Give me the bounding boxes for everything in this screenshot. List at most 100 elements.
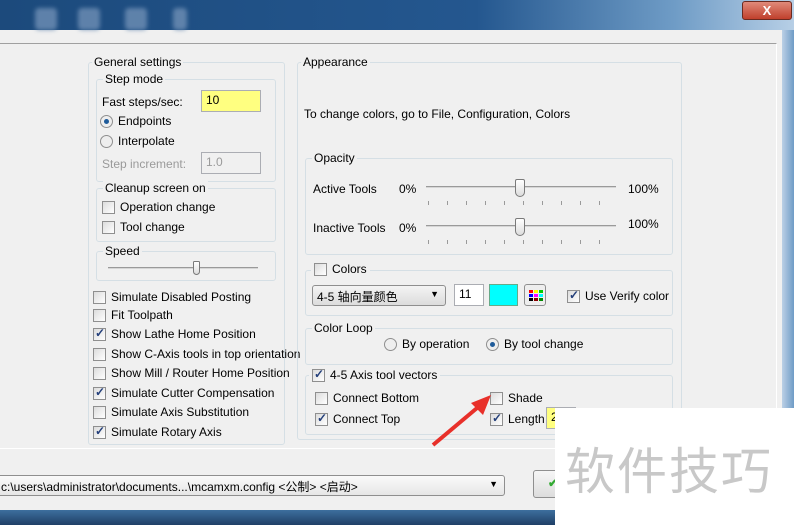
by-operation-radio[interactable]: By operation	[384, 337, 469, 351]
close-button[interactable]: X	[742, 1, 792, 20]
use-verify-color-checkbox[interactable]: Use Verify color	[567, 288, 670, 303]
option-label: Simulate Axis Substitution	[111, 405, 250, 419]
inactive-tools-thumb[interactable]	[515, 218, 525, 236]
color-item-dropdown[interactable]: 4-5 轴向量颜色 ▼	[312, 285, 446, 306]
active-max-label: 100%	[628, 182, 659, 196]
speed-slider-thumb[interactable]	[193, 261, 200, 275]
title-bar	[0, 0, 794, 30]
inactive-min-label: 0%	[399, 221, 417, 235]
operation-change-checkbox[interactable]: Operation change	[102, 200, 215, 214]
radio-icon	[100, 114, 113, 128]
option-label: Simulate Rotary Axis	[111, 425, 222, 439]
opacity-title: Opacity	[312, 151, 357, 165]
option-label: Fit Toolpath	[111, 308, 173, 322]
option-checkbox[interactable]: Show Lathe Home Position	[93, 326, 256, 341]
checkbox-icon	[93, 385, 106, 400]
speed-slider-track[interactable]	[108, 267, 258, 269]
endpoints-label: Endpoints	[118, 114, 172, 128]
slider-ticks	[428, 201, 618, 205]
checkbox-icon	[315, 411, 328, 426]
checkbox-icon	[93, 366, 106, 380]
active-tools-label: Active Tools	[313, 182, 377, 196]
option-checkbox[interactable]: Show Mill / Router Home Position	[93, 366, 290, 380]
fast-steps-input[interactable]: 10	[201, 90, 261, 112]
colors-note: To change colors, go to File, Configurat…	[304, 107, 571, 121]
checkbox-icon	[102, 220, 115, 234]
step-increment-label: Step increment:	[102, 157, 187, 171]
option-label: Show Lathe Home Position	[111, 327, 256, 341]
colors-checkbox[interactable]: Colors	[311, 262, 370, 276]
inactive-max-label: 100%	[628, 217, 659, 231]
connect-bottom-label: Connect Bottom	[333, 391, 420, 405]
use-verify-color-label: Use Verify color	[585, 289, 670, 303]
app-icon	[173, 8, 187, 30]
color-item-value: 4-5 轴向量颜色	[317, 290, 398, 304]
chevron-down-icon: ▼	[489, 479, 498, 489]
colors-label: Colors	[332, 262, 367, 276]
option-label: Simulate Cutter Compensation	[111, 386, 275, 400]
option-label: Show Mill / Router Home Position	[111, 366, 290, 380]
radio-icon	[486, 337, 499, 351]
inactive-tools-label: Inactive Tools	[313, 221, 386, 235]
tool-change-label: Tool change	[120, 220, 185, 234]
color-number-input[interactable]: 11	[454, 284, 484, 306]
step-mode-title: Step mode	[103, 72, 166, 86]
shade-label: Shade	[508, 391, 543, 405]
app-icon	[35, 8, 57, 30]
config-path-value: c:\users\administrator\documents...\mcam…	[1, 480, 358, 494]
radio-icon	[100, 134, 113, 148]
checkbox-icon	[312, 367, 325, 382]
config-file-dropdown[interactable]: c:\users\administrator\documents...\mcam…	[0, 475, 505, 496]
tool-vectors-checkbox[interactable]: 4-5 Axis tool vectors	[309, 367, 441, 382]
watermark-text: 软件技巧	[565, 443, 773, 501]
active-min-label: 0%	[399, 182, 417, 196]
option-checkbox[interactable]: Simulate Cutter Compensation	[93, 385, 275, 400]
slider-ticks	[428, 240, 618, 244]
connect-bottom-checkbox[interactable]: Connect Bottom	[315, 391, 419, 405]
tool-change-checkbox[interactable]: Tool change	[102, 220, 185, 234]
step-increment-input[interactable]: 1.0	[201, 152, 261, 174]
checkbox-icon	[93, 405, 106, 419]
option-checkbox[interactable]: Simulate Rotary Axis	[93, 424, 222, 439]
checkbox-icon	[315, 391, 328, 405]
by-tool-change-radio[interactable]: By tool change	[486, 337, 583, 351]
operation-change-label: Operation change	[120, 200, 216, 214]
option-checkbox[interactable]: Simulate Axis Substitution	[93, 405, 249, 419]
checkbox-icon	[93, 424, 106, 439]
option-label: Show C-Axis tools in top orientation	[111, 347, 301, 361]
watermark-box: 软件技巧	[555, 408, 794, 525]
endpoints-radio[interactable]: Endpoints	[100, 114, 171, 128]
appearance-title: Appearance	[301, 55, 370, 69]
option-checkbox[interactable]: Simulate Disabled Posting	[93, 290, 251, 304]
fast-steps-label: Fast steps/sec:	[102, 95, 183, 109]
general-settings-title: General settings	[92, 55, 184, 69]
active-tools-thumb[interactable]	[515, 179, 525, 197]
by-tool-change-label: By tool change	[504, 337, 584, 351]
checkbox-icon	[93, 347, 106, 361]
interpolate-label: Interpolate	[118, 134, 175, 148]
chevron-down-icon: ▼	[430, 289, 439, 299]
radio-icon	[384, 337, 397, 351]
length-label: Length	[508, 412, 545, 426]
connect-top-label: Connect Top	[333, 412, 401, 426]
interpolate-radio[interactable]: Interpolate	[100, 134, 175, 148]
connect-top-checkbox[interactable]: Connect Top	[315, 411, 401, 426]
app-icon	[125, 8, 147, 30]
color-swatch[interactable]	[489, 284, 518, 306]
option-label: Simulate Disabled Posting	[111, 290, 252, 304]
speed-group: Speed	[96, 244, 276, 281]
tool-vectors-label: 4-5 Axis tool vectors	[330, 368, 438, 382]
option-checkbox[interactable]: Show C-Axis tools in top orientation	[93, 347, 300, 361]
color-palette-icon[interactable]	[524, 284, 546, 306]
speed-title: Speed	[103, 244, 142, 258]
checkbox-icon	[93, 290, 106, 304]
checkbox-icon	[93, 308, 106, 322]
option-checkbox[interactable]: Fit Toolpath	[93, 308, 173, 322]
cleanup-title: Cleanup screen on	[103, 181, 208, 195]
app-icon	[78, 8, 100, 30]
red-arrow-annotation	[431, 395, 491, 447]
by-operation-label: By operation	[402, 337, 470, 351]
checkbox-icon	[314, 262, 327, 276]
checkbox-icon	[567, 288, 580, 303]
color-loop-title: Color Loop	[312, 321, 375, 335]
